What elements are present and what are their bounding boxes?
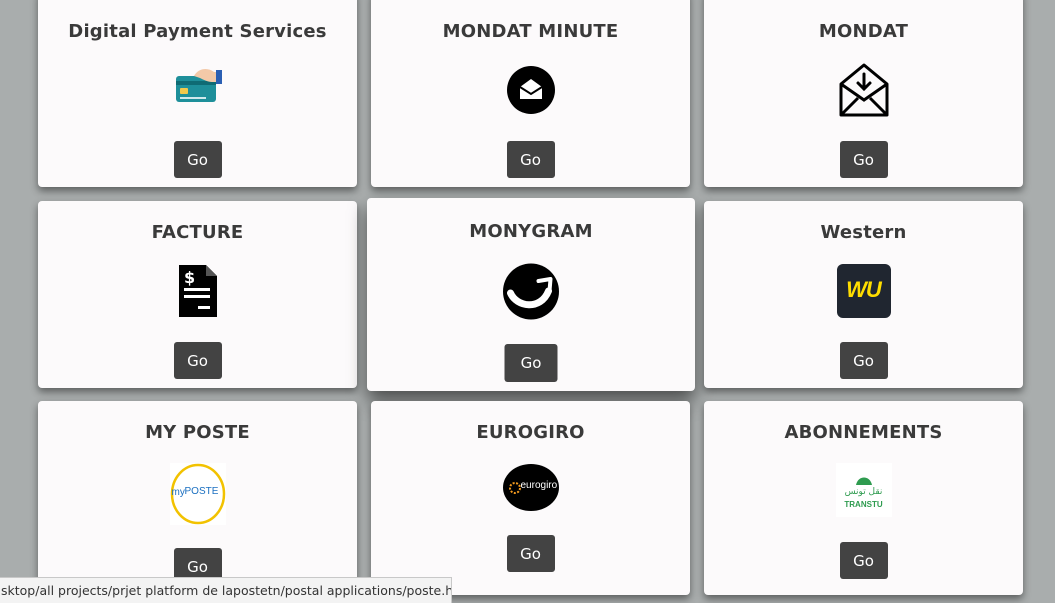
card-mondat-minute: MONDAT MINUTE Go	[371, 0, 690, 187]
wu-logo-text: WU	[846, 277, 882, 302]
browser-status-bar: sktop/all projects/prjet platform de lap…	[0, 577, 452, 603]
card-title: Digital Payment Services	[68, 21, 327, 42]
go-button-eurogiro[interactable]: Go	[506, 535, 555, 572]
card-title: ABONNEMENTS	[784, 422, 943, 443]
moneygram-logo-icon	[503, 263, 560, 320]
western-union-logo-icon: WU	[836, 264, 891, 318]
go-button-mondat[interactable]: Go	[839, 141, 888, 178]
mail-download-icon	[838, 62, 890, 118]
card-digital-payment: Digital Payment Services Go	[38, 0, 357, 187]
card-eurogiro: EUROGIRO eurogiro Go	[371, 401, 690, 595]
invoice-icon: $	[178, 263, 218, 319]
transtu-logo-latin: TRANSTU	[844, 500, 883, 509]
transtu-logo-arabic: نقل تونس	[844, 487, 883, 497]
transtu-logo-icon: نقل تونس TRANSTU	[835, 463, 892, 517]
card-title: FACTURE	[151, 222, 244, 243]
go-button-western[interactable]: Go	[839, 342, 888, 379]
my-poste-logo-my: my	[171, 487, 185, 498]
card-title: MONDAT	[818, 21, 909, 42]
card-monygram: MONYGRAM Go	[367, 198, 695, 391]
svg-text:$: $	[184, 268, 195, 287]
eurogiro-logo-icon: eurogiro	[502, 464, 559, 511]
envelope-circle-icon	[506, 66, 555, 114]
card-title: MONYGRAM	[469, 221, 593, 242]
go-button-digital-payment[interactable]: Go	[173, 141, 222, 178]
my-poste-logo-icon: my POSTE	[169, 463, 226, 525]
my-poste-logo-poste: POSTE	[184, 486, 219, 497]
go-button-abonnements[interactable]: Go	[839, 542, 888, 579]
eurogiro-logo-text: eurogiro	[520, 480, 558, 491]
card-abonnements: ABONNEMENTS نقل تونس TRANSTU Go	[704, 401, 1023, 595]
card-title: Western	[820, 222, 907, 243]
go-button-mondat-minute[interactable]: Go	[506, 141, 555, 178]
card-title: MY POSTE	[145, 422, 250, 443]
card-payment-icon	[174, 68, 222, 102]
card-my-poste: MY POSTE my POSTE Go	[38, 401, 357, 601]
card-facture: FACTURE $ Go	[38, 201, 357, 388]
go-button-monygram[interactable]: Go	[504, 344, 558, 382]
card-mondat: MONDAT Go	[704, 0, 1023, 187]
card-western: Western WU Go	[704, 201, 1023, 388]
card-title: EUROGIRO	[476, 422, 585, 443]
card-title: MONDAT MINUTE	[442, 21, 619, 42]
go-button-facture[interactable]: Go	[173, 342, 222, 379]
